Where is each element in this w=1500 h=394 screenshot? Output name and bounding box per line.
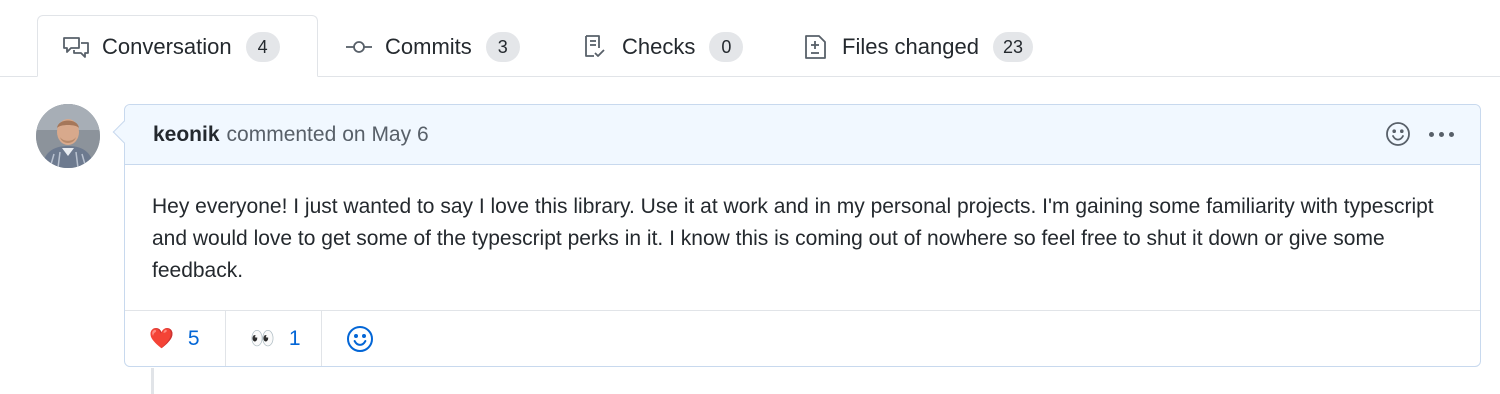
pr-tab-bar: Conversation 4 Commits 3 Checks 0 Files … bbox=[0, 0, 1500, 78]
tab-counter: 4 bbox=[245, 32, 280, 62]
tab-counter: 23 bbox=[992, 32, 1034, 62]
comment-header-actions bbox=[1385, 121, 1454, 147]
comment-header: keonik commented on May 6 bbox=[125, 105, 1480, 165]
avatar[interactable] bbox=[36, 104, 100, 168]
comment-discussion-icon bbox=[62, 36, 90, 58]
tab-checks[interactable]: Checks 0 bbox=[582, 15, 744, 77]
add-reaction-button[interactable] bbox=[322, 311, 396, 366]
comment-timestamp-link[interactable]: on May 6 bbox=[342, 123, 428, 147]
reaction-eyes-button[interactable]: 👀 1 bbox=[226, 311, 322, 366]
tab-label: Files changed bbox=[842, 34, 979, 59]
reactions-bar: ❤️ 5 👀 1 bbox=[125, 311, 1480, 366]
reaction-count: 1 bbox=[288, 326, 301, 350]
comment-card: keonik commented on May 6 Hey everyone! … bbox=[124, 104, 1481, 367]
reaction-heart-button[interactable]: ❤️ 5 bbox=[125, 311, 226, 366]
eyes-emoji-icon: 👀 bbox=[250, 327, 275, 350]
heart-emoji-icon: ❤️ bbox=[149, 327, 174, 350]
file-diff-icon bbox=[802, 35, 830, 59]
git-commit-icon bbox=[345, 36, 373, 58]
checklist-icon bbox=[582, 35, 610, 58]
timeline-connector bbox=[151, 368, 154, 394]
tab-label: Conversation bbox=[102, 34, 232, 59]
tab-conversation[interactable]: Conversation 4 bbox=[37, 15, 318, 77]
tab-label: Checks bbox=[622, 34, 696, 59]
comment-author-link[interactable]: keonik bbox=[153, 123, 220, 147]
tab-commits[interactable]: Commits 3 bbox=[345, 15, 520, 77]
tab-label: Commits bbox=[385, 34, 472, 59]
add-reaction-icon[interactable] bbox=[1385, 121, 1411, 147]
tab-counter: 0 bbox=[709, 32, 744, 62]
comment-body: Hey everyone! I just wanted to say I lov… bbox=[125, 165, 1480, 311]
smiley-icon bbox=[347, 325, 373, 352]
tab-counter: 3 bbox=[485, 32, 520, 62]
comment-action: commented bbox=[226, 122, 337, 146]
tab-files-changed[interactable]: Files changed 23 bbox=[802, 15, 1034, 77]
more-options-icon[interactable] bbox=[1429, 128, 1454, 141]
reaction-count: 5 bbox=[187, 326, 200, 350]
